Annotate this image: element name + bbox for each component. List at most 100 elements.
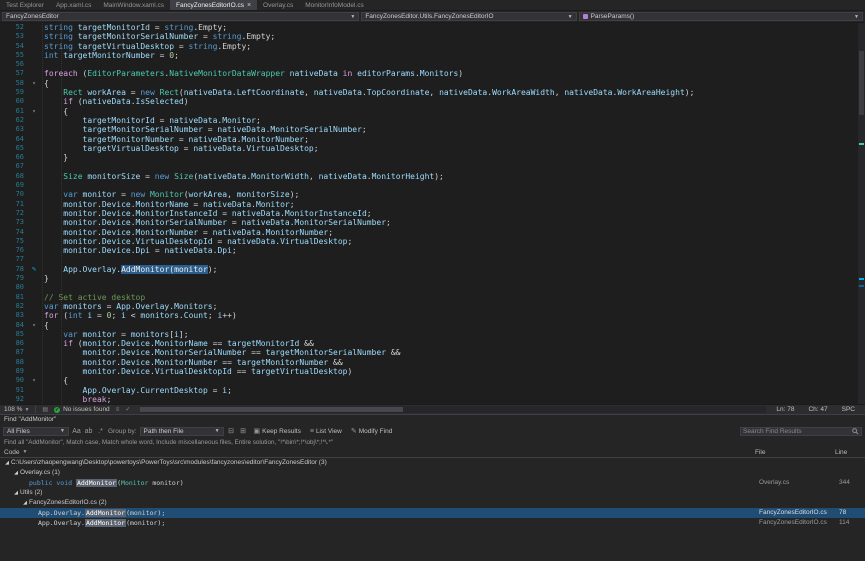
code-line-75[interactable]: 75 monitor.Device.VirtualDesktopId = nat…	[0, 237, 858, 246]
code-line-70[interactable]: 70 var monitor = new Monitor(workArea, m…	[0, 190, 858, 199]
code-line-71[interactable]: 71 monitor.Device.MonitorName = nativeDa…	[0, 200, 858, 209]
line-number[interactable]: 76	[0, 246, 27, 255]
line-number[interactable]: 78	[0, 265, 27, 274]
line-number[interactable]: 70	[0, 190, 27, 199]
code-line-80[interactable]: 80	[0, 283, 858, 292]
code-line-91[interactable]: 91 App.Overlay.CurrentDesktop = i;	[0, 386, 858, 395]
line-number[interactable]: 58	[0, 79, 27, 88]
line-number[interactable]: 57	[0, 69, 27, 78]
code-health-indicator[interactable]: ✓ No issues found	[54, 406, 110, 413]
line-number[interactable]: 89	[0, 367, 27, 376]
find-result-row[interactable]: public void AddMonitor(Monitor monitor)O…	[0, 478, 865, 488]
line-number[interactable]: 77	[0, 255, 27, 264]
result-type-filter[interactable]: Code ▼	[4, 449, 755, 456]
code-line-84[interactable]: 84▾{	[0, 321, 858, 330]
project-dropdown[interactable]: FancyZonesEditor ▼	[2, 12, 359, 21]
code-line-79[interactable]: 79}	[0, 274, 858, 283]
match-case-icon[interactable]: Aa	[72, 428, 81, 435]
find-result-row[interactable]: ◢Utils (2)	[0, 488, 865, 498]
line-number[interactable]: 67	[0, 162, 27, 171]
regex-icon[interactable]: .*	[96, 428, 105, 435]
scrollbar-thumb[interactable]	[140, 407, 403, 412]
group-by-dropdown[interactable]: Path then File ▼	[140, 427, 224, 436]
line-number[interactable]: 56	[0, 60, 27, 69]
line-number[interactable]: 90	[0, 376, 27, 385]
code-line-74[interactable]: 74 monitor.Device.MonitorNumber = native…	[0, 228, 858, 237]
line-number[interactable]: 81	[0, 293, 27, 302]
code-line-59[interactable]: 59 Rect workArea = new Rect(nativeData.L…	[0, 88, 858, 97]
code-line-76[interactable]: 76 monitor.Device.Dpi = nativeData.Dpi;	[0, 246, 858, 255]
keep-results-toggle[interactable]: ▣ Keep Results	[251, 426, 304, 436]
line-number[interactable]: 71	[0, 200, 27, 209]
tab-close-icon[interactable]: ×	[247, 2, 251, 9]
whole-word-icon[interactable]: ab	[84, 428, 93, 435]
line-number[interactable]: 72	[0, 209, 27, 218]
code-line-60[interactable]: 60 if (nativeData.IsSelected)	[0, 97, 858, 106]
line-number[interactable]: 53	[0, 32, 27, 41]
line-number[interactable]: 54	[0, 42, 27, 51]
checkmark-icon[interactable]: ✓	[125, 406, 130, 413]
code-line-78[interactable]: 78✎ App.Overlay.AddMonitor(monitor);	[0, 265, 858, 274]
line-number[interactable]: 55	[0, 51, 27, 60]
tab-overlay-cs[interactable]: Overlay.cs	[257, 0, 299, 10]
code-line-53[interactable]: 53string targetMonitorSerialNumber = str…	[0, 32, 858, 41]
find-result-row[interactable]: ◢C:\Users\zhaopengwang\Desktop\powertoys…	[0, 458, 865, 468]
line-number[interactable]: 86	[0, 339, 27, 348]
scope-dropdown[interactable]: All Files ▼	[3, 427, 69, 436]
code-line-89[interactable]: 89 monitor.Device.VirtualDesktopId == ta…	[0, 367, 858, 376]
code-line-90[interactable]: 90▾ {	[0, 376, 858, 385]
line-number[interactable]: 66	[0, 153, 27, 162]
tab-fancyzoneseditorio-cs[interactable]: FancyZonesEditorIO.cs×	[170, 0, 257, 10]
issues-list-icon[interactable]: ≡	[116, 407, 120, 413]
code-line-52[interactable]: 52string targetMonitorId = string.Empty;	[0, 23, 858, 32]
code-line-66[interactable]: 66 }	[0, 153, 858, 162]
tab-monitorinfomodel-cs[interactable]: MonitorInfoModel.cs	[299, 0, 370, 10]
code-line-54[interactable]: 54string targetVirtualDesktop = string.E…	[0, 42, 858, 51]
code-line-83[interactable]: 83for (int i = 0; i < monitors.Count; i+…	[0, 311, 858, 320]
code-line-57[interactable]: 57foreach (EditorParameters.NativeMonito…	[0, 69, 858, 78]
line-number[interactable]: 88	[0, 358, 27, 367]
code-line-69[interactable]: 69	[0, 181, 858, 190]
search-results-box[interactable]	[740, 427, 862, 436]
tab-mainwindow-xaml-cs[interactable]: MainWindow.xaml.cs	[97, 0, 170, 10]
fold-collapse-icon[interactable]: ▾	[27, 321, 41, 330]
line-number[interactable]: 65	[0, 144, 27, 153]
expand-collapse-icon[interactable]: ◢	[21, 498, 29, 508]
line-number[interactable]: 91	[0, 386, 27, 395]
code-line-88[interactable]: 88 monitor.Device.MonitorNumber == targe…	[0, 358, 858, 367]
code-line-81[interactable]: 81// Set active desktop	[0, 293, 858, 302]
code-line-62[interactable]: 62 targetMonitorId = nativeData.Monitor;	[0, 116, 858, 125]
code-line-55[interactable]: 55int targetMonitorNumber = 0;	[0, 51, 858, 60]
line-number[interactable]: 64	[0, 135, 27, 144]
fold-collapse-icon[interactable]: ▾	[27, 107, 41, 116]
code-editor[interactable]: 52string targetMonitorId = string.Empty;…	[0, 23, 865, 404]
code-line-73[interactable]: 73 monitor.Device.MonitorSerialNumber = …	[0, 218, 858, 227]
find-result-row[interactable]: App.Overlay.AddMonitor(monitor);FancyZon…	[0, 508, 865, 518]
code-line-68[interactable]: 68 Size monitorSize = new Size(nativeDat…	[0, 172, 858, 181]
line-number[interactable]: 85	[0, 330, 27, 339]
line-column-header[interactable]: Line	[835, 449, 861, 456]
code-line-82[interactable]: 82var monitors = App.Overlay.Monitors;	[0, 302, 858, 311]
zoom-control[interactable]: 108 % ▼	[4, 406, 29, 413]
line-number[interactable]: 52	[0, 23, 27, 32]
fold-collapse-icon[interactable]: ▾	[27, 376, 41, 385]
code-line-64[interactable]: 64 targetMonitorNumber = nativeData.Moni…	[0, 135, 858, 144]
find-result-row[interactable]: App.Overlay.AddMonitor(monitor);FancyZon…	[0, 518, 865, 528]
line-number[interactable]: 74	[0, 228, 27, 237]
line-number[interactable]: 87	[0, 348, 27, 357]
find-result-row[interactable]: ◢Overlay.cs (1)	[0, 468, 865, 478]
code-line-85[interactable]: 85 var monitor = monitors[i];	[0, 330, 858, 339]
code-line-58[interactable]: 58▾{	[0, 79, 858, 88]
line-number[interactable]: 84	[0, 321, 27, 330]
list-view-toggle[interactable]: ≡ List View	[307, 426, 345, 436]
expand-collapse-icon[interactable]: ◢	[12, 468, 20, 478]
line-number[interactable]: 62	[0, 116, 27, 125]
expand-collapse-icon[interactable]: ◢	[3, 458, 11, 468]
line-number[interactable]: 61	[0, 107, 27, 116]
search-results-input[interactable]	[743, 428, 850, 435]
modify-find-button[interactable]: ✎ Modify Find	[348, 426, 395, 436]
line-number[interactable]: 60	[0, 97, 27, 106]
scrollbar-thumb[interactable]	[859, 51, 864, 115]
line-number[interactable]: 69	[0, 181, 27, 190]
code-line-61[interactable]: 61▾ {	[0, 107, 858, 116]
